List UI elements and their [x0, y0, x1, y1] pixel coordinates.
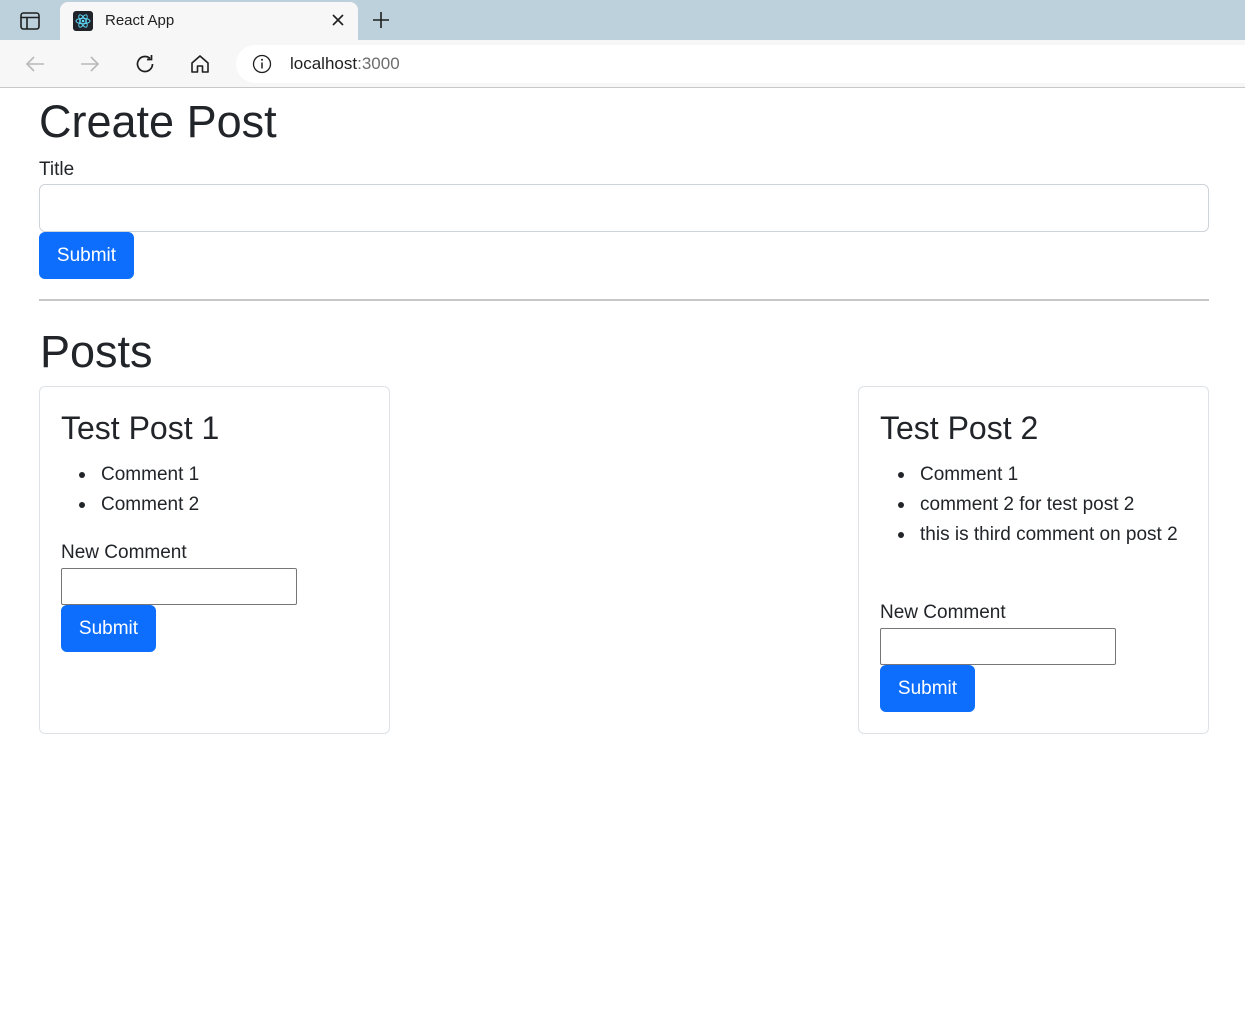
comment-list: Comment 1 comment 2 for test post 2 this…: [880, 460, 1190, 550]
new-comment-label: New Comment: [880, 602, 1006, 623]
comment-item: Comment 1: [61, 460, 371, 490]
comment-item: this is third comment on post 2: [880, 520, 1190, 550]
posts-heading: Posts: [40, 326, 153, 377]
comment-item: comment 2 for test post 2: [880, 490, 1190, 520]
url-text: localhost:3000: [290, 54, 400, 74]
react-favicon: [73, 11, 93, 31]
tab-title: React App: [105, 12, 175, 29]
comment-submit-button[interactable]: Submit: [880, 665, 975, 712]
url-host: localhost: [290, 54, 358, 73]
comment-list: Comment 1 Comment 2: [61, 460, 371, 520]
forward-arrow-icon[interactable]: [76, 50, 104, 78]
browser-tab[interactable]: React App: [60, 2, 358, 40]
new-comment-input[interactable]: [880, 628, 1116, 665]
address-bar[interactable]: localhost:3000: [236, 45, 1245, 83]
divider: [39, 299, 1209, 301]
browser-toolbar: localhost:3000: [0, 40, 1245, 88]
create-post-submit-button[interactable]: Submit: [39, 232, 134, 279]
url-port: :3000: [357, 54, 400, 73]
new-comment-input[interactable]: [61, 568, 297, 605]
new-comment-label: New Comment: [61, 542, 187, 563]
reload-icon[interactable]: [131, 50, 159, 78]
title-input[interactable]: [39, 184, 1209, 232]
create-post-heading: Create Post: [39, 96, 277, 147]
comment-item: Comment 1: [880, 460, 1190, 490]
post-card: Test Post 2 Comment 1 comment 2 for test…: [858, 386, 1209, 734]
post-title: Test Post 1: [61, 410, 220, 446]
post-title: Test Post 2: [880, 410, 1039, 446]
comment-item: Comment 2: [61, 490, 371, 520]
home-icon[interactable]: [186, 50, 214, 78]
title-label: Title: [39, 159, 75, 180]
post-card: Test Post 1 Comment 1 Comment 2 New Comm…: [39, 386, 390, 734]
browser-tab-bar: React App: [0, 0, 1245, 40]
comment-submit-button[interactable]: Submit: [61, 605, 156, 652]
info-icon[interactable]: [252, 54, 272, 74]
plus-icon[interactable]: [368, 7, 394, 33]
back-arrow-icon[interactable]: [21, 50, 49, 78]
close-icon[interactable]: [328, 10, 348, 30]
sidebar-toggle-icon[interactable]: [12, 8, 48, 34]
